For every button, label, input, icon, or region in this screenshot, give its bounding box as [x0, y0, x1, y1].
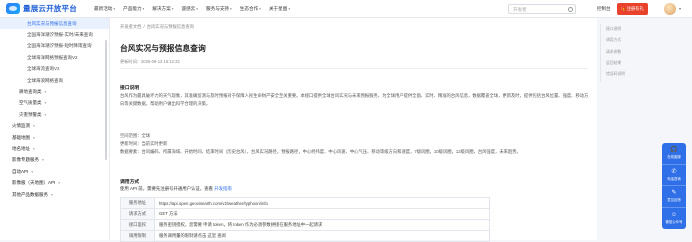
update-time: 更新时间：2025-06-13 15:12:32 — [120, 59, 180, 64]
breadcrumb-item: 台风实况与预报信息查询 — [146, 24, 194, 29]
nav-item-support[interactable]: 服务与支持 ▾ — [206, 6, 232, 12]
phone-consult-button[interactable]: ✆ 电话咨询 — [662, 165, 686, 186]
online-service-button[interactable]: 🎧 在线客服 — [662, 143, 686, 165]
nav-item-about[interactable]: 关于星图 ▾ — [269, 6, 290, 12]
table-key: 服务地址 — [120, 197, 155, 209]
sidebar-item-tide-realtime[interactable]: 全国海洋潮汐预报-实时/未来查询 — [0, 29, 109, 40]
sidebar-item-air-quality[interactable]: 空气质量类 ▾ — [0, 98, 109, 109]
chevron-down-icon: ▾ — [113, 6, 116, 11]
headset-icon: 🎧 — [670, 147, 678, 154]
chevron-down-icon: ▾ — [44, 101, 47, 106]
coverage-text: 空间范围：全球 — [120, 133, 151, 138]
nav-item-remote-sensing[interactable]: 遥感云 ▾ — [181, 6, 198, 12]
usage-line: 使用 API 前，需要先注册号开通用户认证，查看 开发指南 — [120, 186, 232, 191]
logo-icon — [6, 3, 20, 14]
feedback-icon: ✎ — [671, 190, 677, 197]
nav-item-activities[interactable]: 最新活动 ▾ — [94, 6, 115, 12]
search-input[interactable]: 开发者 — [508, 4, 576, 14]
table-value: https://api.open.geovisearth.com/v2/weat… — [154, 197, 490, 209]
sidebar-item-ocean-current[interactable]: 全球海流查询V2 — [0, 64, 109, 75]
table-value: GET 方法 — [154, 208, 490, 220]
dev-guide-link[interactable]: 开发指南 — [214, 186, 232, 191]
toc-item[interactable]: 返回结果 — [600, 58, 656, 69]
avatar[interactable] — [664, 3, 676, 15]
chevron-down-icon: ▾ — [288, 6, 291, 11]
divider — [120, 68, 588, 69]
chevron-down-icon: ▾ — [171, 6, 174, 11]
table-key: 接口鉴权 — [120, 219, 155, 231]
sidebar-item-imagery[interactable]: 影像专题服务 ▾ — [0, 155, 109, 166]
chevron-down-icon: ▾ — [31, 169, 34, 174]
sidebar-item-ocean-wave[interactable]: 全球海浪网格查询 — [0, 75, 109, 86]
sidebar-item-auto-api[interactable]: 自动API ▾ — [0, 166, 109, 177]
sidebar-item-geocode[interactable]: 地名地址 ▾ — [0, 143, 109, 154]
top-navigation-bar: 量展云开放平台 最新活动 ▾ 产品能力 ▾ 解决方案 ▾ 遥感云 ▾ 服务与支持 ▾ 生态… — [0, 0, 692, 18]
sidebar-item-disaster[interactable]: 灾害预警类 ▾ — [0, 109, 109, 120]
table-value: 服务密钥授权，您需要 申请 token，将 token 作为必须参数拼接在服务地… — [154, 219, 490, 231]
register-gift-button[interactable]: 🎁 注册有礼 — [617, 3, 648, 15]
chevron-down-icon: ▾ — [230, 6, 232, 11]
sidebar-item-tianditu-api[interactable]: 影像服（天地图）API ▾ — [0, 177, 109, 188]
sidebar-item-other[interactable]: 其他产品数据服务 ▾ — [0, 189, 109, 200]
nav-item-ecosystem[interactable]: 生态合作 ▾ — [240, 6, 261, 12]
chevron-down-icon: ▾ — [58, 181, 61, 186]
nav-item-products[interactable]: 产品能力 ▾ — [123, 6, 144, 12]
table-row: 请求方式 GET 方法 — [120, 208, 490, 220]
intro-text: 台风作为最具破坏力的天气现象，其准确监测与及时预报对于保障人民生命财产安全至关重… — [120, 93, 589, 107]
wechat-button[interactable]: ☺ 微信公众号 — [662, 208, 686, 230]
doc-content: 开发者文档 / 台风实况与预报信息查询 台风实况与预报信息查询 更新时间：2025-… — [110, 18, 597, 242]
chevron-down-icon: ▾ — [196, 6, 199, 11]
table-key: 请求方式 — [120, 208, 155, 220]
frequency-text: 更新时间：当前实时更新 — [120, 141, 168, 146]
sidebar: 台风实况与预报信息查询 全国海洋潮汐预报-实时/未来查询 全国海洋潮汐预报-短时… — [0, 18, 110, 240]
chevron-down-icon: ▾ — [42, 158, 44, 163]
wechat-icon: ☺ — [670, 212, 678, 219]
chevron-down-icon: ▾ — [33, 135, 35, 140]
toc-item[interactable]: 请求参数 — [600, 47, 656, 58]
page-title: 台风实况与预报信息查询 — [120, 44, 206, 53]
sidebar-item-basemap[interactable]: 基础地图 ▾ — [0, 132, 109, 143]
floating-service-bar: 🎧 在线客服 ✆ 电话咨询 ✎ 意见反馈 ☺ 微信公众号 — [662, 143, 686, 229]
chevron-down-icon: ▾ — [51, 192, 53, 197]
toc-item[interactable]: 接口说明 — [600, 24, 656, 35]
search-icon[interactable] — [568, 6, 573, 12]
logo[interactable]: 量展云开放平台 — [6, 3, 86, 14]
breadcrumb: 开发者文档 / 台风实况与预报信息查询 — [120, 24, 194, 30]
feedback-button[interactable]: ✎ 意见反馈 — [662, 186, 686, 208]
nav-item-solutions[interactable]: 解决方案 ▾ — [152, 6, 173, 12]
breadcrumb-item[interactable]: 开发者文档 — [120, 24, 141, 29]
chevron-down-icon: ▾ — [142, 6, 145, 11]
elements-text: 数据要素：台风编码、所属海域、开始时间、结束时间（历史台风），台风实况路径，预报… — [120, 149, 521, 154]
sidebar-item-fire[interactable]: 火情监测 ▾ — [0, 121, 109, 132]
breadcrumb-separator: / — [143, 24, 145, 29]
toc-item[interactable]: 调用方式 — [600, 35, 656, 46]
table-row: 接口鉴权 服务密钥授权，您需要 申请 token，将 token 作为必须参数拼… — [120, 219, 490, 231]
sidebar-scrollbar[interactable] — [105, 40, 107, 160]
sidebar-item-tide-rain[interactable]: 全国海洋潮汐预报-短时降雨查询 — [0, 41, 109, 52]
chevron-down-icon[interactable]: ▾ — [679, 6, 681, 11]
logo-text: 量展云开放平台 — [23, 4, 77, 13]
chevron-down-icon: ▾ — [33, 146, 35, 151]
chevron-down-icon: ▾ — [33, 124, 35, 129]
main-nav: 最新活动 ▾ 产品能力 ▾ 解决方案 ▾ 遥感云 ▾ 服务与支持 ▾ 生态合作 ▾ 关于星图… — [94, 6, 298, 12]
section-title-intro: 接口说明 — [120, 86, 140, 91]
phone-icon: ✆ — [671, 168, 677, 175]
sidebar-item-ocean-grid[interactable]: 全球海洋网格预报查询V2 — [0, 52, 109, 63]
table-row: 服务地址 https://api.open.geovisearth.com/v2… — [120, 197, 490, 209]
sidebar-item-farmland[interactable]: 耕地查询类 ▾ — [0, 86, 109, 97]
console-link[interactable]: 控制台 — [597, 6, 611, 12]
api-info-table: 服务地址 https://api.open.geovisearth.com/v2… — [120, 197, 490, 242]
sidebar-item-typhoon[interactable]: 台风实况与预报信息查询 — [0, 18, 109, 30]
table-of-contents: 接口说明 调用方式 请求参数 返回结果 错误码说明 — [600, 24, 656, 80]
toc-item[interactable]: 错误码说明 — [600, 69, 656, 80]
chevron-down-icon: ▾ — [44, 112, 47, 117]
chevron-down-icon: ▾ — [259, 6, 261, 11]
section-title-usage: 调用方式 — [120, 180, 140, 185]
chevron-down-icon: ▾ — [44, 90, 47, 95]
